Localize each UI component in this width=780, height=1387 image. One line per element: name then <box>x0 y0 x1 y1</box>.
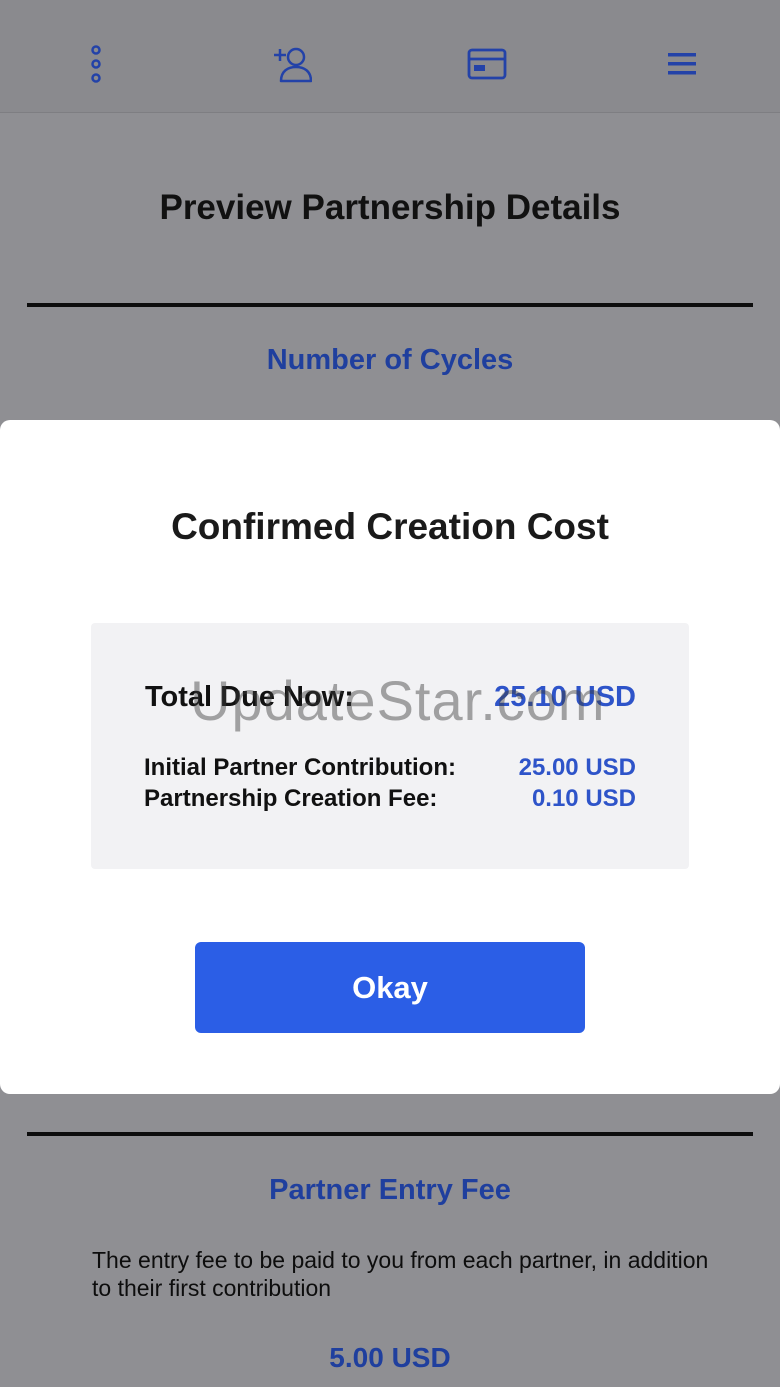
more-vertical-icon <box>91 45 101 83</box>
section-divider <box>27 1132 753 1136</box>
creation-fee-value: 0.10 USD <box>531 785 636 812</box>
partner-entry-fee-value: 5.00 USD <box>329 1342 451 1373</box>
credit-card-icon <box>467 48 507 80</box>
menu-icon <box>668 53 696 75</box>
partner-entry-fee-heading: Partner Entry Fee <box>269 1174 511 1206</box>
main-menu-button[interactable] <box>656 38 708 90</box>
page-title: Preview Partnership Details <box>159 188 621 227</box>
add-partner-button[interactable] <box>266 38 318 90</box>
initial-contribution-value: 25.00 USD <box>518 754 636 781</box>
modal-title: Confirmed Creation Cost <box>171 506 609 547</box>
add-person-icon <box>274 47 312 83</box>
top-nav-bar <box>0 0 780 113</box>
app-screen: Preview Partnership Details Number of Cy… <box>0 0 780 1387</box>
section-divider <box>27 303 753 307</box>
payment-card-button[interactable] <box>461 38 513 90</box>
initial-contribution-label: Initial Partner Contribution: <box>144 754 456 781</box>
more-options-button[interactable] <box>70 38 122 90</box>
okay-button[interactable]: Okay <box>195 942 585 1033</box>
total-due-value: 25.10 USD <box>494 681 636 713</box>
number-of-cycles-heading: Number of Cycles <box>266 344 514 376</box>
cost-summary-box: Total Due Now: 25.10 USD Initial Partner… <box>91 623 689 869</box>
creation-cost-modal: Confirmed Creation Cost Total Due Now: 2… <box>0 420 780 1094</box>
total-due-label: Total Due Now: <box>145 681 354 713</box>
partner-entry-fee-description: The entry fee to be paid to you from eac… <box>92 1247 709 1301</box>
creation-fee-label: Partnership Creation Fee: <box>144 785 438 812</box>
